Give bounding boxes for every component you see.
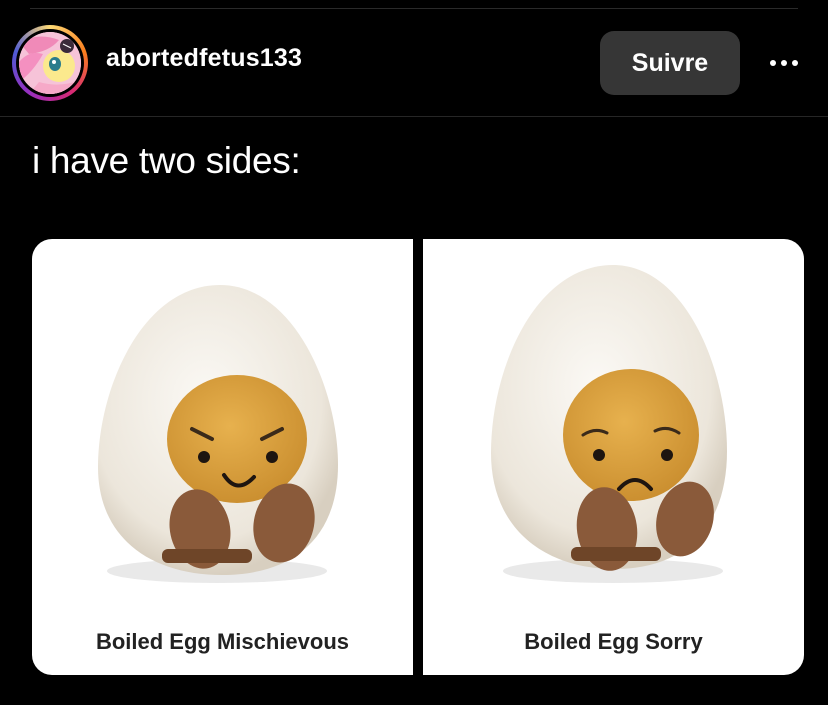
avatar[interactable] [12,25,88,101]
avatar-image [19,32,81,94]
post-caption: i have two sides: [32,140,301,181]
product-label-mischievous: Boiled Egg Mischievous [95,629,350,654]
post-image[interactable]: Boiled Egg Mischievous Boiled Egg Sorry [32,239,804,675]
top-divider [30,8,798,9]
follow-button[interactable]: Suivre [600,31,740,95]
username[interactable]: abortedfetus133 [106,44,302,73]
product-panel-mischievous: Boiled Egg Mischievous [32,239,413,675]
egg-plush-sorry-image [491,265,727,583]
egg-plush-mischievous-image [98,285,338,583]
product-label-sorry: Boiled Egg Sorry [524,629,703,654]
more-options-icon[interactable] [762,48,806,78]
header-divider [0,116,828,117]
product-panel-sorry: Boiled Egg Sorry [423,239,804,675]
post-header: abortedfetus133 Suivre [0,22,828,104]
